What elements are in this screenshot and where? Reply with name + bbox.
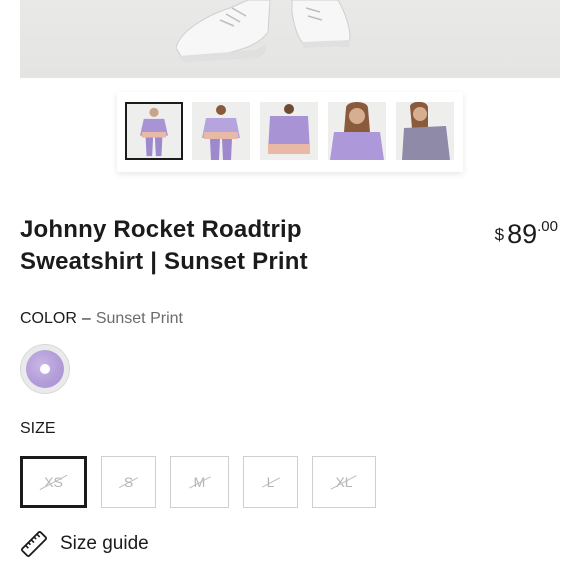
model-closeup-image — [328, 102, 386, 160]
size-option-l[interactable]: L — [243, 456, 298, 508]
model-full-body-image — [127, 104, 181, 158]
size-label: SIZE — [20, 420, 56, 437]
color-heading: COLOR — [20, 310, 77, 327]
price-cents: .00 — [537, 218, 558, 235]
thumbnail-2[interactable] — [192, 102, 250, 160]
size-option-label: M — [193, 474, 206, 490]
model-pose-image — [192, 102, 250, 160]
size-option-m[interactable]: M — [170, 456, 229, 508]
hero-product-image[interactable] — [20, 0, 560, 78]
thumbnail-gallery — [117, 92, 463, 172]
size-option-s[interactable]: S — [101, 456, 156, 508]
size-guide-label: Size guide — [60, 533, 149, 554]
price-currency: $ — [494, 225, 505, 244]
size-option-label: XS — [44, 474, 63, 490]
color-selected-value: Sunset Print — [95, 310, 183, 327]
sneakers-illustration — [175, 0, 351, 62]
product-price: $89.00 — [495, 218, 558, 250]
size-option-xl[interactable]: XL — [312, 456, 376, 508]
swatch-fill — [26, 350, 64, 388]
price-whole: 89 — [507, 219, 538, 249]
color-separator: – — [81, 310, 91, 327]
thumbnail-3[interactable] — [260, 102, 318, 160]
thumbnail-5[interactable] — [396, 102, 454, 160]
ruler-icon — [20, 530, 48, 558]
swatch-selected-dot — [40, 364, 50, 374]
model-side-image — [396, 102, 454, 160]
size-option-label: L — [266, 474, 275, 490]
product-title: Johnny Rocket Roadtrip Sweatshirt | Suns… — [20, 216, 308, 275]
model-back-image — [260, 102, 318, 160]
size-guide-link[interactable]: Size guide — [20, 530, 149, 558]
size-option-label: S — [123, 474, 134, 490]
size-option-xs[interactable]: XS — [20, 456, 87, 508]
color-swatch-sunset-print[interactable] — [20, 344, 70, 394]
color-label: COLOR – Sunset Print — [20, 310, 183, 328]
thumbnail-1[interactable] — [125, 102, 183, 160]
size-option-label: XL — [335, 474, 353, 490]
thumbnail-4[interactable] — [328, 102, 386, 160]
